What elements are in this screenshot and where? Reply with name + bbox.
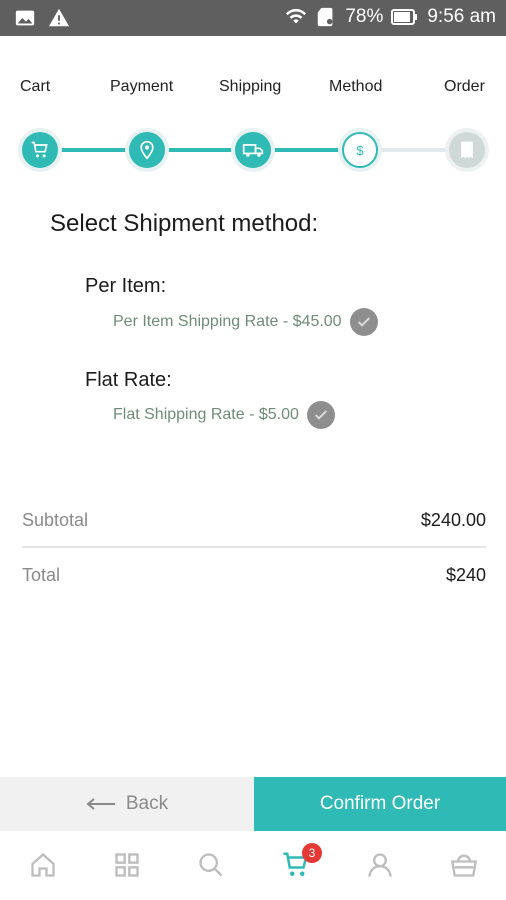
summary-divider: [22, 546, 486, 548]
back-button[interactable]: Back: [0, 777, 254, 831]
flat-rate-shipping-option[interactable]: Flat Shipping Rate - $5.00: [113, 401, 335, 429]
checkout-progress: $: [0, 128, 506, 172]
status-bar: 78% 9:56 am: [0, 0, 506, 36]
back-button-label: Back: [125, 793, 169, 814]
confirm-order-button[interactable]: Confirm Order: [254, 777, 506, 831]
battery-icon: [391, 9, 418, 25]
step-method[interactable]: $: [342, 132, 378, 168]
confirm-order-label: Confirm Order: [319, 793, 441, 814]
sd-card-icon: [318, 7, 333, 27]
progress-line-complete: [40, 148, 360, 152]
step-order: [449, 132, 485, 168]
nav-home[interactable]: [27, 849, 59, 881]
image-notification-icon: [15, 10, 35, 26]
step-shipping[interactable]: [235, 132, 271, 168]
nav-cart[interactable]: 3: [280, 843, 322, 881]
dollar-icon: $: [356, 142, 364, 158]
subtotal-value: $240.00: [420, 510, 486, 530]
basket-icon: [450, 854, 478, 877]
flat-rate-group-title: Flat Rate:: [85, 369, 172, 391]
wifi-icon: [286, 8, 307, 24]
total-value: $240: [445, 565, 486, 585]
shipment-method-title: Select Shipment method:: [50, 210, 319, 237]
cart-icon: [31, 141, 48, 158]
step-label-cart[interactable]: Cart: [20, 78, 50, 96]
cart-badge: 3: [302, 843, 322, 863]
clock: 9:56 am: [427, 6, 496, 27]
nav-search[interactable]: [195, 849, 227, 881]
nav-basket[interactable]: [448, 849, 480, 881]
check-icon[interactable]: [349, 308, 378, 336]
subtotal-label: Subtotal: [22, 510, 89, 530]
truck-icon: [242, 144, 264, 157]
nav-categories[interactable]: [111, 849, 143, 881]
nav-profile[interactable]: [364, 849, 396, 881]
home-icon: [31, 852, 55, 877]
step-label-payment[interactable]: Payment: [110, 78, 173, 96]
profile-icon: [368, 853, 392, 877]
search-icon: [199, 853, 223, 877]
location-pin-icon: [140, 140, 154, 160]
check-icon[interactable]: [306, 401, 335, 429]
subtotal-row: Subtotal $240.00: [22, 510, 486, 531]
checkout-steps-labels: Cart Payment Shipping Method Order: [0, 78, 506, 100]
per-item-option-label: Per Item Shipping Rate - $45.00: [113, 313, 342, 330]
per-item-shipping-option[interactable]: Per Item Shipping Rate - $45.00: [113, 308, 378, 336]
per-item-group-title: Per Item:: [85, 275, 167, 297]
step-label-method[interactable]: Method: [329, 78, 382, 96]
bottom-navigation: 3: [0, 831, 506, 900]
step-cart[interactable]: [22, 132, 58, 168]
step-payment[interactable]: [129, 132, 165, 168]
total-row: Total $240: [22, 565, 486, 586]
battery-percent: 78%: [345, 6, 384, 27]
total-label: Total: [22, 565, 61, 585]
grid-icon: [115, 853, 139, 877]
step-label-shipping[interactable]: Shipping: [219, 78, 281, 96]
warning-icon: [48, 8, 70, 27]
flat-rate-option-label: Flat Shipping Rate - $5.00: [113, 406, 299, 423]
step-label-order: Order: [444, 78, 485, 95]
receipt-icon: [461, 141, 473, 159]
arrow-left-icon: [86, 798, 115, 810]
checkout-actions: Back Confirm Order: [0, 777, 506, 831]
